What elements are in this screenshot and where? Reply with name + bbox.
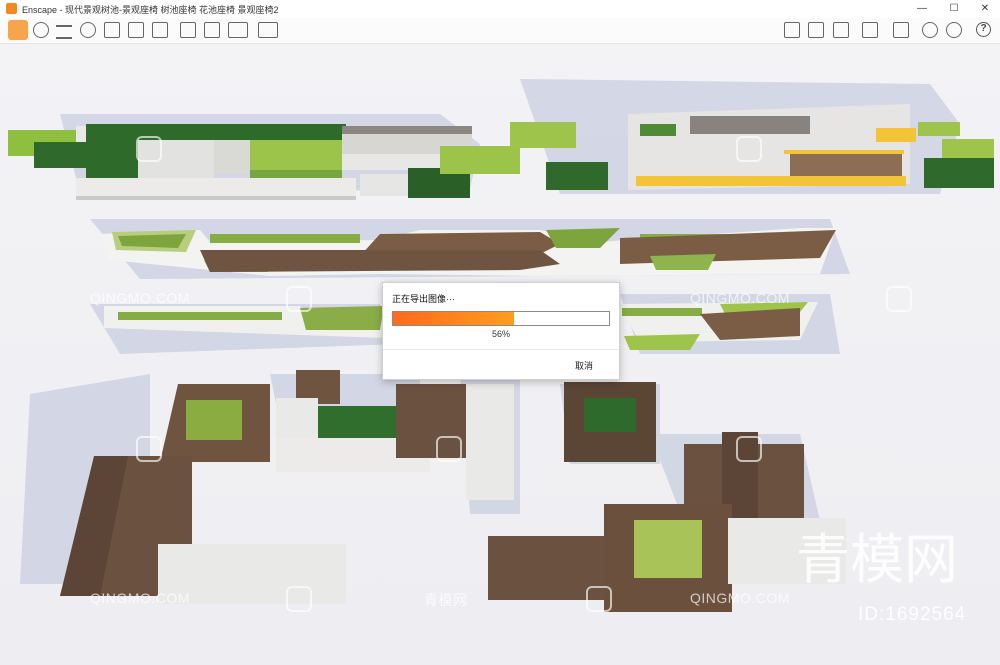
sync-icon[interactable] [893,22,909,38]
watermark-site-1: QINGMO.COM [90,290,190,306]
watermark-logo-icon [286,586,312,612]
progress-bar [392,311,610,326]
export-video-icon[interactable] [228,22,248,38]
watermark-site-3: QINGMO.COM [690,290,790,306]
maximize-button[interactable]: ☐ [939,0,969,18]
watermark-cn-big: 青模网 [796,528,958,591]
cube-icon[interactable] [833,22,849,38]
export-panorama-icon[interactable] [258,22,278,38]
batch-render-icon[interactable] [204,22,220,38]
list-icon[interactable] [56,25,72,39]
gallery-icon[interactable] [808,22,824,38]
cancel-button[interactable]: 取消 [575,359,593,372]
watermark-id: ID:1692564 [858,604,967,625]
top-left-platforms [8,122,608,200]
dialog-divider [383,349,619,350]
title-bar: Enscape - 现代景观树池-景观座椅 树池座椅 花池座椅 景观座椅2 — … [0,0,1000,19]
watermark-logo-icon [586,586,612,612]
window-title: Enscape - 现代景观树池-景观座椅 树池座椅 花池座椅 景观座椅2 [22,5,279,15]
home-icon[interactable] [8,20,28,40]
close-button[interactable]: ✕ [970,0,1000,18]
watermark-logo-icon [436,436,462,462]
export-progress-dialog: 正在导出图像··· 56% 取消 [382,282,620,380]
watermark-cn-small: 青模网 [424,592,468,608]
middle-band-top [100,228,836,276]
watermark-logo-icon [286,286,312,312]
watermark-site-4: QINGMO.COM [690,590,790,606]
enscape-logo-icon [6,3,17,14]
toolbar [0,18,1000,51]
watermark-logo-icon [886,286,912,312]
binoculars-icon[interactable] [80,22,96,38]
minimize-button[interactable]: — [907,0,937,18]
help-button[interactable]: ? [976,22,991,37]
dialog-title: 正在导出图像··· [392,294,455,304]
walk-icon[interactable] [104,22,120,38]
lower-platforms [60,370,846,612]
screenshot-icon[interactable] [180,22,196,38]
watermark-site-2: QINGMO.COM [90,590,190,606]
watermark-logo-icon [736,436,762,462]
watermark-logo-icon [136,136,162,162]
eye-icon[interactable] [922,22,938,38]
materials-icon[interactable] [862,22,878,38]
settings-gear-icon[interactable] [946,22,962,38]
buildings-icon[interactable] [128,22,144,38]
clapper-icon[interactable] [152,22,168,38]
progress-fill [393,312,514,325]
watermark-logo-icon [736,136,762,162]
progress-percent-label: 56% [491,329,510,339]
map-icon[interactable] [784,22,800,38]
tag-icon[interactable] [33,22,49,38]
watermark-logo-icon [136,436,162,462]
